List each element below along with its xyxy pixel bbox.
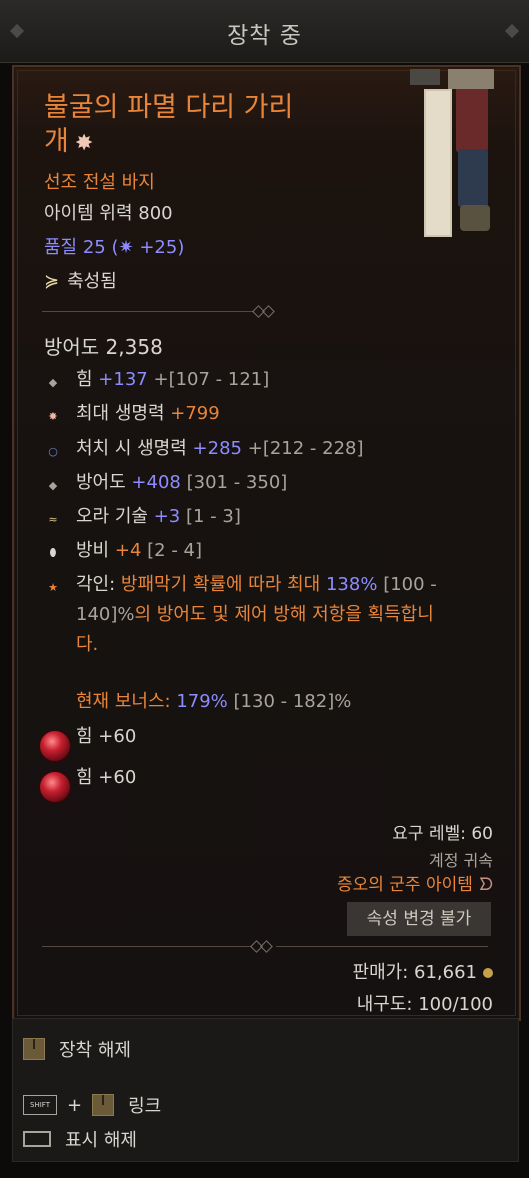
stat-max-life: 최대 생명력 +799	[76, 403, 220, 424]
item-power: 아이템 위력 800	[44, 203, 173, 224]
stat-fortify: 방비 +4 [2 - 4]	[76, 540, 203, 561]
item-name-line1: 불굴의 파멸 다리 가리	[44, 92, 294, 123]
wing-bullet-icon: ≈	[48, 512, 58, 526]
ring-bullet-icon: ○	[48, 444, 58, 458]
left-mouse-icon	[92, 1094, 115, 1116]
pants-item-image	[410, 69, 494, 237]
aspect-star-icon: ★	[48, 580, 58, 594]
blessed-label: 축성됨	[67, 271, 117, 292]
item-type: 선조 전설 바지	[44, 172, 155, 193]
aspect-line-1: 각인: 방패막기 확률에 따라 최대 138% [100 -	[76, 574, 437, 595]
set-item-label: 증오의 군주 아이템 ᗤ	[336, 875, 493, 895]
divider-bottom	[42, 946, 252, 947]
shield-bullet-icon: ⬮	[49, 546, 57, 559]
item-name: 불굴의 파멸 다리 가리 개 ✸	[44, 91, 384, 161]
item-tooltip-panel: 불굴의 파멸 다리 가리 개 ✸ 선조 전설 바지 아이템 위력 800 품질 2…	[12, 65, 521, 1021]
plus-sign: +	[67, 1094, 83, 1116]
space-key-icon	[23, 1131, 51, 1147]
quality-star-icon: ✷	[118, 237, 134, 258]
socket-1: 힘 +60	[76, 726, 137, 747]
stat-bullet-icon: ◆	[48, 478, 58, 492]
quality-label: 품질 25	[44, 237, 106, 258]
unequip-action[interactable]: 장착 해제	[23, 1035, 131, 1063]
item-name-line2: 개	[44, 126, 69, 157]
window-header: 장착 중	[0, 0, 529, 63]
required-level: 요구 레벨: 60	[392, 824, 493, 844]
spark-bullet-icon: ✸	[48, 409, 58, 423]
ruby-gem-icon	[40, 772, 70, 802]
blessed-status: ≽ 축성됨	[44, 270, 117, 294]
gold-coin-icon	[483, 968, 493, 978]
hide-label: 표시 해제	[65, 1130, 137, 1151]
stat-life-on-kill: 처치 시 생명력 +285 +[212 - 228]	[76, 438, 364, 459]
hide-action[interactable]: 표시 해제	[23, 1125, 137, 1153]
sell-price: 판매가: 61,661	[353, 961, 493, 985]
header-title: 장착 중	[227, 23, 302, 49]
durability: 내구도: 100/100	[356, 994, 493, 1015]
link-label: 링크	[128, 1096, 162, 1117]
stat-bullet-icon: ◆	[48, 375, 58, 389]
aspect-line-3: 다.	[76, 634, 99, 655]
account-bound: 계정 귀속	[429, 851, 493, 870]
shift-key-icon: SHIFT	[23, 1095, 57, 1115]
ancestral-spark-icon: ✸	[74, 131, 94, 156]
right-mouse-icon	[23, 1038, 45, 1060]
item-quality: 품질 25 (✷ +25)	[44, 237, 185, 258]
wings-icon: ≽	[44, 271, 60, 292]
armor-value: 방어도 2,358	[44, 335, 163, 359]
keybind-footer: 장착 해제 SHIFT + 링크 표시 해제	[12, 1018, 519, 1162]
current-bonus: 현재 보너스: 179% [130 - 182]%	[76, 691, 352, 712]
divider-top	[42, 311, 254, 312]
link-action[interactable]: SHIFT + 링크	[23, 1091, 161, 1119]
lord-hatred-icon: ᗤ	[478, 875, 493, 895]
unequip-label: 장착 해제	[59, 1040, 131, 1061]
stat-aura-skills: 오라 기술 +3 [1 - 3]	[76, 506, 241, 527]
stat-armor: 방어도 +408 [301 - 350]	[76, 472, 288, 493]
stat-strength: 힘 +137 +[107 - 121]	[76, 369, 270, 390]
quality-bonus: +25	[139, 237, 178, 258]
socket-2: 힘 +60	[76, 767, 137, 788]
ruby-gem-icon	[40, 731, 70, 761]
no-affix-change-button[interactable]: 속성 변경 불가	[347, 902, 491, 936]
aspect-line-2: 140]%의 방어도 및 제어 방해 저항을 획득합니	[76, 604, 434, 625]
